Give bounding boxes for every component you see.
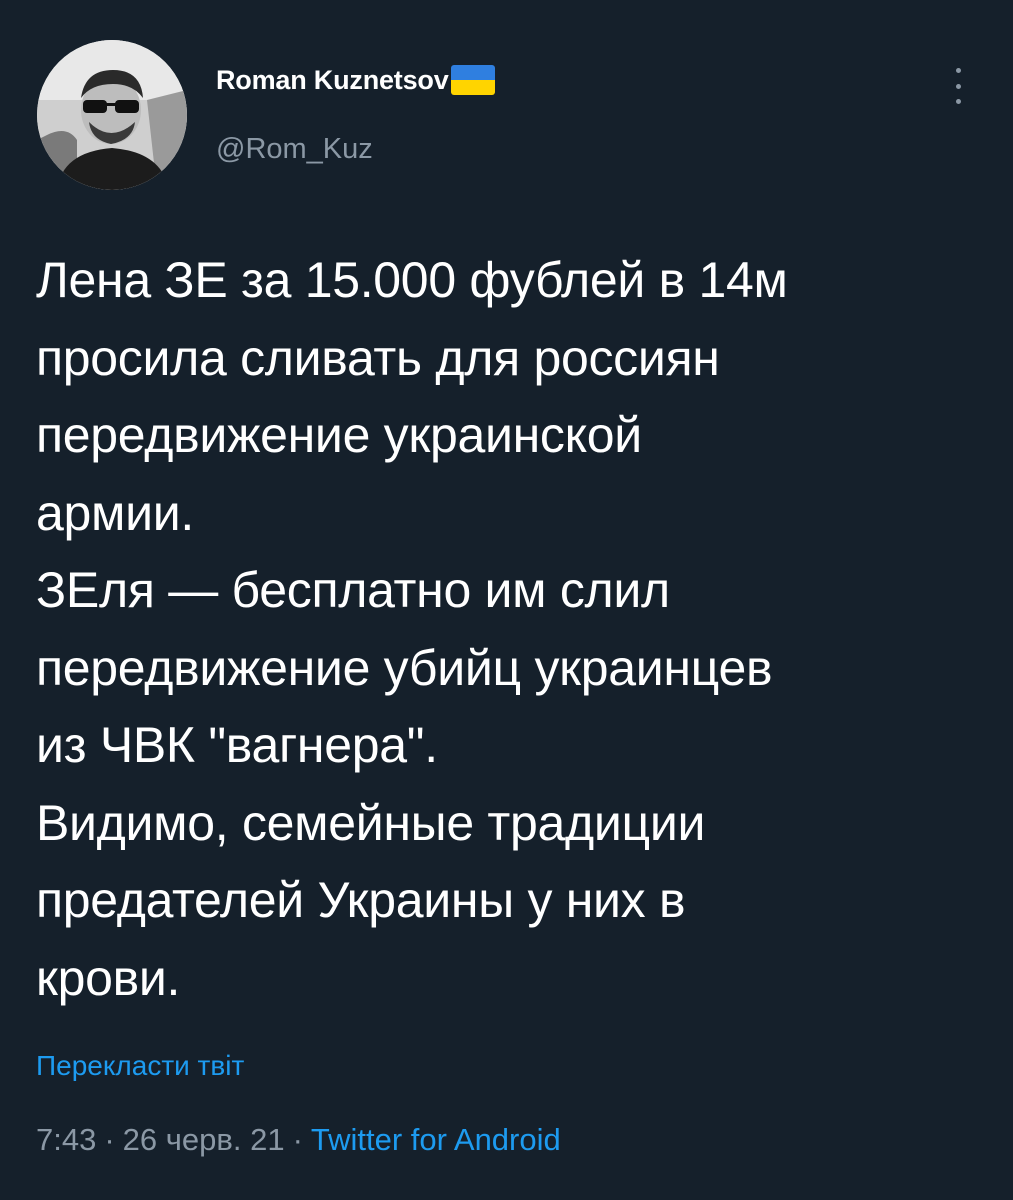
tweet-date[interactable]: 26 черв. 21 bbox=[123, 1122, 285, 1157]
tweet-text-line: передвижение убийц украинцев bbox=[36, 639, 773, 696]
author-handle[interactable]: @Rom_Kuz bbox=[216, 133, 373, 166]
translate-tweet-link[interactable]: Перекласти твіт bbox=[36, 1050, 244, 1082]
tweet-text: Лена ЗЕ за 15.000 фублей в 14м просила с… bbox=[36, 242, 996, 1017]
author-name-row[interactable]: Roman Kuznetsov bbox=[216, 60, 495, 100]
author-display-name[interactable]: Roman Kuznetsov bbox=[216, 65, 449, 96]
tweet-text-line: предателей Украины у них в bbox=[36, 872, 686, 928]
avatar-photo bbox=[37, 40, 187, 190]
tweet-text-line: Видимо, семейные традиции bbox=[36, 794, 706, 851]
ukraine-flag-icon bbox=[450, 65, 495, 95]
tweet-text-line: ЗЕля — бесплатно им слил bbox=[36, 562, 670, 618]
avatar[interactable] bbox=[37, 40, 187, 190]
tweet-text-line: Лена ЗЕ за 15.000 фублей в 14м bbox=[36, 252, 788, 308]
tweet-metadata: 7:43 · 26 черв. 21 · Twitter for Android bbox=[36, 1122, 561, 1158]
tweet-text-line: передвижение украинской bbox=[36, 407, 642, 463]
tweet-text-line: крови. bbox=[36, 949, 181, 1006]
tweet-time[interactable]: 7:43 bbox=[36, 1122, 96, 1157]
tweet-text-line: из ЧВК "вагнера". bbox=[36, 717, 438, 773]
meta-separator: · bbox=[104, 1122, 115, 1157]
tweet-text-line: армии. bbox=[36, 484, 194, 541]
more-vertical-icon[interactable] bbox=[940, 66, 976, 106]
meta-separator: · bbox=[292, 1122, 303, 1157]
tweet-text-line: просила сливать для россиян bbox=[36, 329, 720, 386]
tweet-source-link[interactable]: Twitter for Android bbox=[311, 1122, 561, 1157]
